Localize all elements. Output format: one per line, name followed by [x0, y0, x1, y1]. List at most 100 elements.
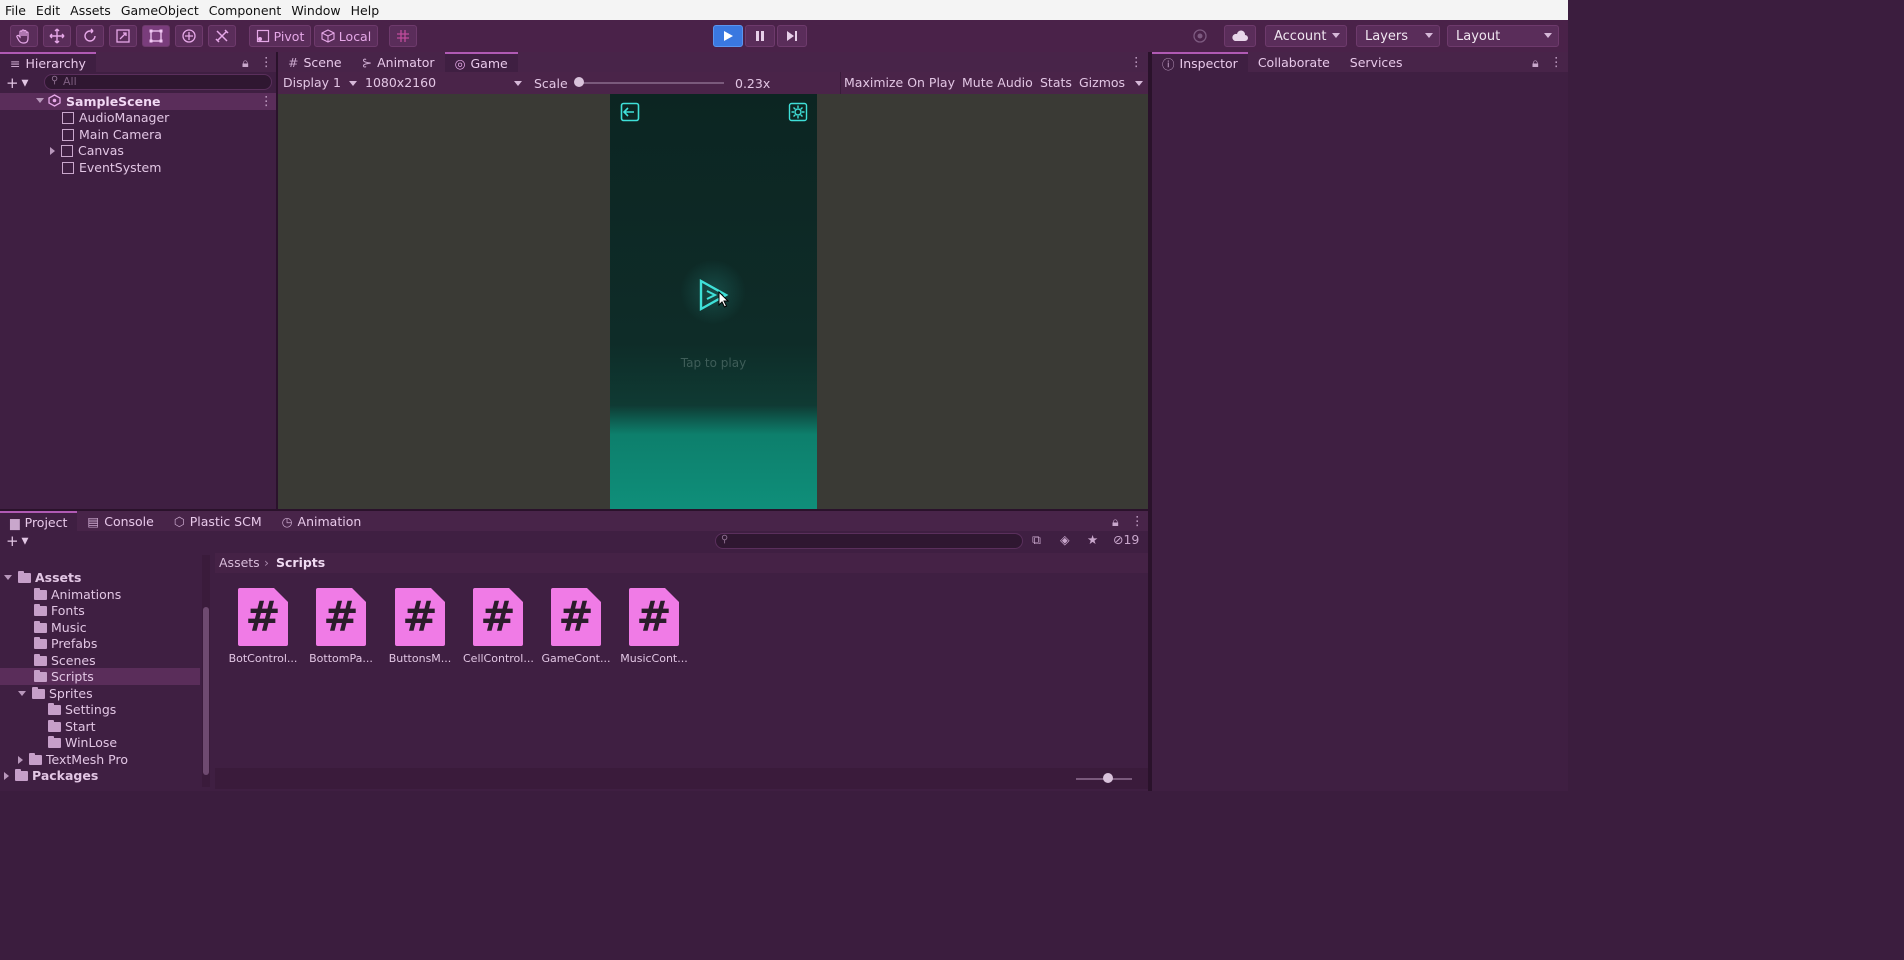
script-asset[interactable]: # MusicCont...: [620, 588, 688, 665]
tree-item-winlose[interactable]: WinLose: [48, 734, 117, 751]
collab-button[interactable]: [1186, 25, 1214, 47]
hierarchy-item[interactable]: Canvas: [50, 142, 124, 159]
pivot-toggle[interactable]: Pivot: [249, 25, 311, 47]
menu-file[interactable]: File: [0, 3, 31, 18]
scale-slider[interactable]: [578, 82, 724, 84]
scale-slider-thumb[interactable]: [574, 77, 584, 87]
eye-slash-icon: ⊘: [1113, 532, 1124, 547]
exit-icon[interactable]: [620, 102, 640, 122]
script-asset[interactable]: # GameCont...: [542, 588, 610, 665]
kebab-menu-icon[interactable]: ⋮: [1131, 513, 1144, 528]
panel-divider[interactable]: [276, 52, 278, 511]
tab-services[interactable]: Services: [1340, 52, 1413, 72]
hierarchy-item[interactable]: EventSystem: [62, 159, 161, 176]
hand-tool-icon[interactable]: [10, 25, 38, 47]
kebab-menu-icon[interactable]: ⋮: [260, 93, 273, 108]
breadcrumb-assets[interactable]: Assets: [219, 555, 260, 570]
cloud-button[interactable]: [1224, 25, 1256, 47]
stats-toggle[interactable]: Stats: [1040, 75, 1072, 90]
transform-tool-icon[interactable]: [175, 25, 203, 47]
menu-component[interactable]: Component: [204, 3, 287, 18]
game-view[interactable]: Tap to play: [278, 94, 1148, 509]
chevron-right-icon[interactable]: [50, 146, 55, 155]
tree-item-start[interactable]: Start: [48, 718, 96, 735]
kebab-menu-icon[interactable]: ⋮: [1550, 54, 1563, 69]
hierarchy-search[interactable]: ⚲ All: [44, 74, 272, 90]
panel-divider[interactable]: [1148, 52, 1152, 791]
filter-by-label-icon[interactable]: ◈: [1060, 532, 1070, 547]
script-asset[interactable]: # BotControl...: [229, 588, 297, 665]
account-dropdown[interactable]: Account: [1265, 25, 1347, 47]
play-button[interactable]: [713, 25, 743, 47]
tab-inspector[interactable]: ⓘ Inspector: [1152, 52, 1248, 72]
script-asset[interactable]: # BottomPa...: [309, 588, 373, 665]
kebab-menu-icon[interactable]: ⋮: [1130, 54, 1143, 69]
tree-item-fonts[interactable]: Fonts: [34, 602, 85, 619]
resolution-dropdown[interactable]: 1080x2160: [365, 75, 436, 90]
favorites-star-icon[interactable]: ★: [1087, 532, 1098, 547]
scene-grid-icon: #: [288, 54, 299, 70]
lock-icon[interactable]: 🔒︎: [1112, 514, 1119, 530]
script-asset[interactable]: # ButtonsM...: [389, 588, 451, 665]
filter-by-type-icon[interactable]: ⧉: [1032, 532, 1041, 548]
hidden-packages-button[interactable]: ⊘19: [1113, 532, 1139, 547]
menu-assets[interactable]: Assets: [65, 3, 116, 18]
menu-edit[interactable]: Edit: [31, 3, 65, 18]
menu-help[interactable]: Help: [346, 3, 385, 18]
menu-window[interactable]: Window: [286, 3, 345, 18]
tab-game[interactable]: ◎ Game: [444, 52, 518, 72]
step-button[interactable]: [777, 25, 807, 47]
tab-plastic-scm[interactable]: ⬡ Plastic SCM: [164, 511, 272, 531]
tree-item-animations[interactable]: Animations: [34, 586, 121, 603]
maximize-on-play-toggle[interactable]: Maximize On Play: [844, 75, 955, 90]
rect-tool-icon[interactable]: [142, 25, 170, 47]
tree-item-music[interactable]: Music: [34, 619, 87, 636]
pause-button[interactable]: [745, 25, 775, 47]
chevron-down-icon[interactable]: [1135, 81, 1143, 86]
project-search-input[interactable]: ⚲: [715, 533, 1023, 549]
kebab-menu-icon[interactable]: ⋮: [260, 54, 273, 69]
custom-tool-icon[interactable]: [208, 25, 236, 47]
tree-item-scripts[interactable]: Scripts: [34, 668, 94, 685]
tree-item-settings[interactable]: Settings: [48, 701, 116, 718]
settings-gear-icon[interactable]: [788, 102, 808, 122]
layout-dropdown[interactable]: Layout: [1447, 25, 1559, 47]
tab-scene[interactable]: # Scene: [278, 52, 352, 72]
layers-dropdown[interactable]: Layers: [1356, 25, 1440, 47]
create-asset-button[interactable]: + ▼: [6, 532, 28, 550]
icon-size-slider-thumb[interactable]: [1103, 773, 1113, 783]
tree-item-sprites[interactable]: Sprites: [18, 685, 93, 702]
scale-tool-icon[interactable]: [109, 25, 137, 47]
rotate-tool-icon[interactable]: [76, 25, 104, 47]
grid-snap-button[interactable]: [389, 25, 417, 47]
hierarchy-item[interactable]: AudioManager: [62, 109, 169, 126]
add-object-button[interactable]: + ▼: [6, 74, 28, 92]
tree-item-assets[interactable]: Assets: [4, 569, 81, 586]
tab-console[interactable]: ▤ Console: [77, 511, 163, 531]
tree-item-prefabs[interactable]: Prefabs: [34, 635, 97, 652]
tree-item-scenes[interactable]: Scenes: [34, 652, 96, 669]
display-dropdown[interactable]: Display 1: [283, 75, 341, 90]
lock-icon[interactable]: 🔒︎: [1532, 55, 1539, 71]
tab-hierarchy[interactable]: ≡ Hierarchy: [0, 52, 96, 72]
game-screen[interactable]: Tap to play: [610, 94, 817, 509]
tab-animation[interactable]: ◷ Animation: [272, 511, 372, 531]
panel-divider[interactable]: [0, 509, 1148, 511]
hierarchy-item[interactable]: Main Camera: [62, 126, 162, 143]
move-tool-icon[interactable]: [43, 25, 71, 47]
lock-icon[interactable]: 🔒︎: [242, 55, 249, 71]
tree-scrollbar[interactable]: [202, 555, 210, 787]
scene-row[interactable]: SampleScene ⋮: [0, 93, 276, 110]
tab-animator[interactable]: ⊱ Animator: [352, 52, 445, 72]
tree-item-packages[interactable]: Packages: [4, 767, 98, 784]
menu-gameobject[interactable]: GameObject: [116, 3, 204, 18]
tree-item-textmesh-pro[interactable]: TextMesh Pro: [18, 751, 128, 768]
tab-collaborate[interactable]: Collaborate: [1248, 52, 1340, 72]
tab-project[interactable]: ▆ Project: [0, 511, 78, 531]
breadcrumb-scripts[interactable]: Scripts: [276, 555, 325, 570]
gizmos-toggle[interactable]: Gizmos: [1079, 75, 1125, 90]
mute-audio-toggle[interactable]: Mute Audio: [962, 75, 1033, 90]
script-asset[interactable]: # CellControl...: [463, 588, 533, 665]
tree-scrollbar-thumb[interactable]: [203, 607, 209, 775]
local-toggle[interactable]: Local: [314, 25, 378, 47]
